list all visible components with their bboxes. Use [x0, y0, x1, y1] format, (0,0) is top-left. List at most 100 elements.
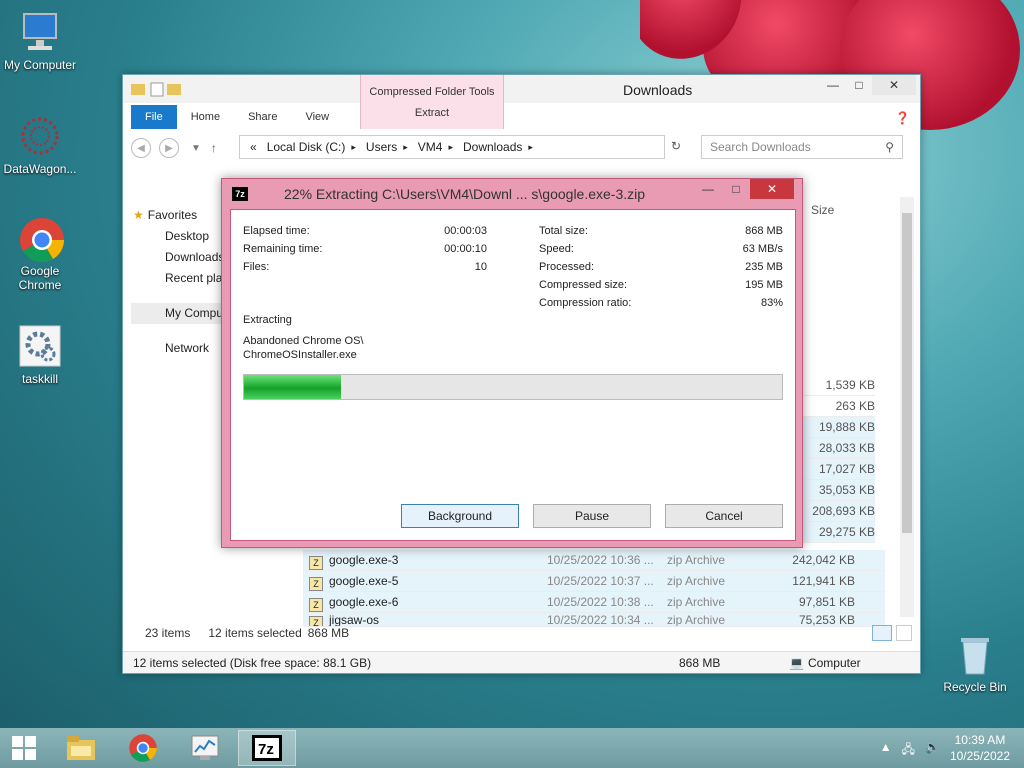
desktop-icon-label: Google Chrome [18, 264, 62, 292]
desktop-icon-label: Recycle Bin [943, 680, 1007, 694]
maximize-button[interactable]: □ [722, 179, 750, 199]
file-type: zip Archive [667, 553, 726, 567]
action-label: Extracting [243, 314, 292, 326]
file-type: zip Archive [667, 613, 726, 627]
nav-network[interactable]: Network [131, 338, 231, 359]
close-button[interactable]: ✕ [872, 75, 916, 95]
nav-downloads[interactable]: Downloads [131, 247, 231, 268]
pause-button[interactable]: Pause [533, 504, 651, 528]
desktop-icon-label: taskkill [21, 372, 58, 386]
selected-size: 868 MB [307, 626, 350, 640]
forward-button[interactable]: ▶ [159, 138, 179, 158]
background-button[interactable]: Background [401, 504, 519, 528]
back-button[interactable]: ◀ [131, 138, 151, 158]
tab-file[interactable]: File [131, 105, 177, 129]
current-file-path: Abandoned Chrome OS\ [243, 335, 364, 347]
show-hidden-icons-icon[interactable]: ▲ [880, 740, 892, 761]
search-icon: ⚲ [885, 140, 894, 154]
network-icon[interactable]: 🖧 [902, 740, 915, 761]
explorer-title: Downloads [623, 82, 693, 98]
explorer-titlebar[interactable]: Downloads — □ ✕ [123, 75, 920, 103]
compression-ratio-value: 83% [760, 297, 783, 309]
volume-icon[interactable]: 🔈 [925, 740, 940, 761]
taskbar-clock[interactable]: 10:39 AM 10/25/2022 [950, 732, 1010, 764]
large-icons-view-icon[interactable] [896, 625, 912, 641]
zip-file-icon: Z [309, 598, 323, 612]
clock-date: 10/25/2022 [949, 749, 1010, 763]
desktop-icon-label: My Computer [3, 58, 77, 72]
processed-label: Processed: [539, 261, 595, 273]
taskbar-resource-monitor[interactable] [176, 730, 234, 766]
nav-my-computer[interactable]: My Computer [131, 303, 231, 324]
clock-time: 10:39 AM [954, 733, 1006, 747]
tab-home[interactable]: Home [177, 105, 234, 129]
search-input[interactable]: Search Downloads ⚲ [701, 135, 903, 159]
dialog-title: 22% Extracting C:\Users\VM4\Downl ... s\… [284, 186, 646, 202]
current-file-name: ChromeOSInstaller.exe [243, 349, 357, 361]
compression-ratio-label: Compression ratio: [539, 297, 632, 309]
nav-desktop[interactable]: Desktop [131, 226, 231, 247]
desktop-icon-my-computer[interactable]: My Computer [0, 10, 80, 72]
file-explorer-icon [67, 736, 95, 760]
breadcrumb-users[interactable]: Users [366, 140, 397, 154]
nav-recent-places[interactable]: Recent places [131, 268, 231, 289]
vertical-scrollbar[interactable] [900, 197, 914, 617]
recent-locations-button[interactable]: ▼ [191, 143, 201, 154]
table-row[interactable]: Zjigsaw-os 10/25/2022 10:34 ... zip Arch… [303, 613, 885, 627]
address-bar[interactable]: « Local Disk (C:) ▸ Users ▸ VM4 ▸ Downlo… [239, 135, 665, 159]
desktop-icon-google-chrome[interactable]: Google Chrome [0, 216, 80, 292]
close-button[interactable]: ✕ [750, 179, 794, 199]
table-row[interactable]: Zgoogle.exe-5 10/25/2022 10:37 ... zip A… [303, 571, 885, 592]
taskbar-7zip[interactable]: 7z [238, 730, 296, 766]
file-size: 29,275 KB [803, 522, 875, 543]
cancel-button[interactable]: Cancel [665, 504, 783, 528]
files-label: Files: [243, 261, 270, 273]
desktop-icon-datawagon[interactable]: DataWagon... [0, 114, 80, 176]
minimize-button[interactable]: — [820, 75, 846, 95]
dialog-window-controls: — □ ✕ [694, 179, 794, 199]
column-header-size[interactable]: Size [811, 203, 834, 217]
file-size: 75,253 KB [798, 613, 855, 627]
taskbar-file-explorer[interactable] [52, 730, 110, 766]
table-row[interactable]: Zgoogle.exe-6 10/25/2022 10:38 ... zip A… [303, 592, 885, 613]
maximize-button[interactable]: □ [846, 75, 872, 95]
help-icon[interactable]: ❓ [895, 111, 910, 125]
speed-label: Speed: [539, 243, 574, 255]
status-location: Computer [807, 655, 861, 670]
start-button[interactable] [0, 730, 48, 766]
file-date: 10/25/2022 10:34 ... [547, 613, 654, 627]
address-chevron: « [250, 140, 257, 154]
file-date: 10/25/2022 10:38 ... [547, 595, 654, 609]
breadcrumb-downloads[interactable]: Downloads [463, 140, 522, 154]
up-button[interactable]: ↑ [211, 141, 217, 155]
table-row[interactable]: Zgoogle.exe-3 10/25/2022 10:36 ... zip A… [303, 550, 885, 571]
compressed-size-value: 195 MB [745, 279, 783, 291]
extract-progress-dialog: 7z 22% Extracting C:\Users\VM4\Downl ...… [221, 178, 803, 548]
desktop-icon-taskkill[interactable]: taskkill [0, 324, 80, 386]
breadcrumb-vm4[interactable]: VM4 [418, 140, 443, 154]
file-size: 1,539 KB [803, 375, 875, 396]
dialog-titlebar[interactable]: 7z 22% Extracting C:\Users\VM4\Downl ...… [222, 179, 802, 209]
tab-share[interactable]: Share [234, 105, 291, 129]
desktop-icon-recycle-bin[interactable]: Recycle Bin [935, 632, 1015, 694]
selected-count: 12 items selected [208, 626, 302, 640]
nav-favorites[interactable]: ★ Favorites [131, 205, 231, 226]
compressed-size-label: Compressed size: [539, 279, 628, 291]
item-count: 23 items [145, 626, 191, 640]
breadcrumb-local-disk[interactable]: Local Disk (C:) [267, 140, 346, 154]
minimize-button[interactable]: — [694, 179, 722, 199]
file-name: google.exe-6 [329, 595, 399, 609]
gear-icon [18, 324, 62, 368]
file-size: 208,693 KB [803, 501, 875, 522]
details-view-icon[interactable] [872, 625, 892, 641]
dialog-body: Elapsed time: 00:00:03 Remaining time: 00:… [230, 209, 796, 541]
file-list: Zgoogle.exe-3 10/25/2022 10:36 ... zip A… [303, 550, 885, 627]
refresh-icon[interactable]: ↻ [671, 139, 681, 153]
file-size: 17,027 KB [803, 459, 875, 480]
file-size: 263 KB [803, 396, 875, 417]
tab-extract[interactable]: Extract [361, 107, 503, 119]
scrollbar-thumb[interactable] [902, 213, 912, 533]
taskbar-google-chrome[interactable] [114, 730, 172, 766]
progress-fill [244, 375, 341, 399]
tab-view[interactable]: View [291, 105, 343, 129]
